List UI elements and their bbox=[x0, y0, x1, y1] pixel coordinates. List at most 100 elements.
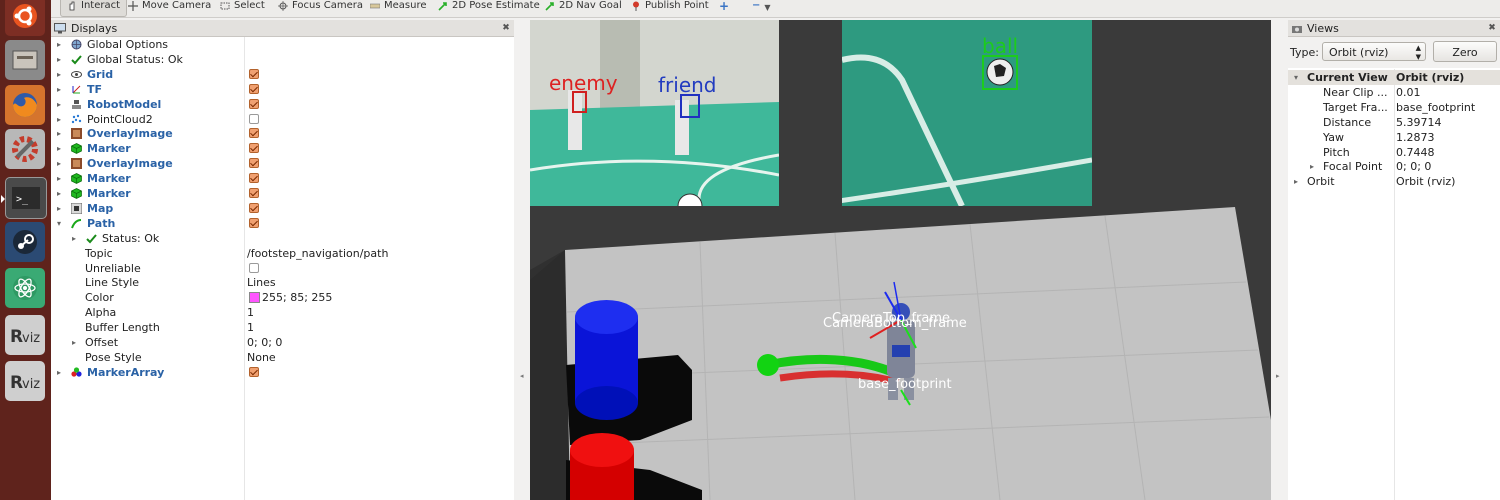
visibility-checkbox[interactable] bbox=[249, 173, 259, 184]
tool-2d-nav-goal-button[interactable]: 2D Nav Goal bbox=[545, 0, 622, 16]
display-row[interactable]: ▸ PointCloud2 bbox=[51, 112, 514, 127]
files-icon[interactable] bbox=[5, 40, 45, 80]
collapse-arrow-icon[interactable]: ▸ bbox=[57, 141, 65, 156]
collapse-arrow-icon[interactable]: ▸ bbox=[57, 156, 65, 171]
display-row-value[interactable]: 1 bbox=[247, 320, 254, 335]
view-property-value[interactable]: 5.39714 bbox=[1396, 115, 1442, 130]
ubuntu-dash-icon[interactable] bbox=[5, 0, 45, 36]
display-row[interactable]: Buffer Length 1 bbox=[51, 320, 514, 335]
close-icon[interactable]: ✖ bbox=[1487, 23, 1497, 33]
display-row-value[interactable]: 1 bbox=[247, 305, 254, 320]
display-row[interactable]: ▸ Grid bbox=[51, 67, 514, 82]
visibility-checkbox[interactable] bbox=[249, 83, 259, 94]
display-row[interactable]: ▸ Marker bbox=[51, 171, 514, 186]
tool-move-camera-button[interactable]: Move Camera bbox=[128, 0, 211, 16]
display-row-value[interactable]: 255; 85; 255 bbox=[262, 290, 332, 305]
display-row[interactable]: ▸ Marker bbox=[51, 141, 514, 156]
zero-button[interactable]: Zero bbox=[1433, 41, 1497, 62]
tool-measure-button[interactable]: Measure bbox=[370, 0, 427, 16]
view-property-row[interactable]: ▸ Orbit Orbit (rviz) bbox=[1288, 174, 1500, 189]
collapse-arrow-icon[interactable]: ▸ bbox=[57, 201, 65, 216]
view-property-row[interactable]: ▾ Current View Orbit (rviz) bbox=[1288, 70, 1500, 85]
splitter-right-handle[interactable]: ▸ bbox=[1276, 372, 1281, 380]
view-property-value[interactable]: 1.2873 bbox=[1396, 130, 1435, 145]
collapse-arrow-icon[interactable]: ▸ bbox=[1310, 159, 1318, 174]
tool-interact-button[interactable]: Interact bbox=[60, 0, 128, 17]
visibility-checkbox[interactable] bbox=[249, 128, 259, 139]
tool-publish-point-button[interactable]: Publish Point bbox=[631, 0, 709, 16]
collapse-arrow-icon[interactable]: ▸ bbox=[57, 37, 65, 52]
view-property-value[interactable]: 0.01 bbox=[1396, 85, 1421, 100]
display-row-value[interactable]: 0; 0; 0 bbox=[247, 335, 282, 350]
display-row[interactable]: ▸ OverlayImage bbox=[51, 156, 514, 171]
display-row[interactable]: ▸ Map bbox=[51, 201, 514, 216]
render-viewport[interactable]: CameraTop_frame CameraBottom_frame base_… bbox=[530, 20, 1271, 500]
display-row[interactable]: Alpha 1 bbox=[51, 305, 514, 320]
firefox-icon[interactable] bbox=[5, 85, 45, 125]
expand-arrow-icon[interactable]: ▾ bbox=[57, 216, 65, 231]
remove-tool-button[interactable]: − ▼ bbox=[752, 0, 771, 16]
rviz-icon[interactable]: Rviz bbox=[5, 361, 45, 401]
expand-arrow-icon[interactable]: ▾ bbox=[1294, 70, 1302, 85]
rviz-icon[interactable]: Rviz bbox=[5, 315, 45, 355]
visibility-checkbox[interactable] bbox=[249, 202, 259, 213]
display-row[interactable]: ▸ OverlayImage bbox=[51, 126, 514, 141]
visibility-checkbox[interactable] bbox=[249, 143, 259, 154]
visibility-checkbox[interactable] bbox=[249, 68, 259, 79]
collapse-arrow-icon[interactable]: ▸ bbox=[1294, 174, 1302, 189]
collapse-arrow-icon[interactable]: ▸ bbox=[72, 231, 80, 246]
display-row-value[interactable]: None bbox=[247, 350, 276, 365]
visibility-checkbox[interactable] bbox=[249, 158, 259, 169]
tool-select-button[interactable]: Select bbox=[220, 0, 265, 16]
visibility-checkbox[interactable] bbox=[249, 188, 259, 198]
display-row-value[interactable]: Lines bbox=[247, 275, 276, 290]
display-row[interactable]: Line Style Lines bbox=[51, 275, 514, 290]
display-row[interactable]: ▸ TF bbox=[51, 82, 514, 97]
collapse-arrow-icon[interactable]: ▸ bbox=[57, 97, 65, 112]
view-property-value[interactable]: 0.7448 bbox=[1396, 145, 1435, 160]
view-property-row[interactable]: Pitch 0.7448 bbox=[1288, 145, 1500, 160]
display-row[interactable]: Unreliable bbox=[51, 261, 514, 276]
display-row[interactable]: Pose Style None bbox=[51, 350, 514, 365]
visibility-checkbox[interactable] bbox=[249, 262, 259, 273]
terminal-icon[interactable]: >_ bbox=[1, 177, 47, 219]
system-settings-icon[interactable] bbox=[5, 129, 45, 169]
view-property-row[interactable]: Near Clip ... 0.01 bbox=[1288, 85, 1500, 100]
collapse-arrow-icon[interactable]: ▸ bbox=[57, 171, 65, 186]
display-row[interactable]: ▸ Marker bbox=[51, 186, 514, 201]
view-property-row[interactable]: Yaw 1.2873 bbox=[1288, 130, 1500, 145]
collapse-arrow-icon[interactable]: ▸ bbox=[57, 365, 65, 380]
collapse-arrow-icon[interactable]: ▸ bbox=[57, 82, 65, 97]
collapse-arrow-icon[interactable]: ▸ bbox=[57, 67, 65, 82]
display-row[interactable]: Color 255; 85; 255 bbox=[51, 290, 514, 305]
visibility-checkbox[interactable] bbox=[249, 98, 259, 109]
steam-icon[interactable] bbox=[5, 222, 45, 262]
view-property-value[interactable]: base_footprint bbox=[1396, 100, 1475, 115]
display-row[interactable]: Topic/footstep_navigation/path bbox=[51, 246, 514, 261]
visibility-checkbox[interactable] bbox=[249, 113, 259, 124]
display-row[interactable]: ▸ Global Status: Ok bbox=[51, 52, 514, 67]
view-property-row[interactable]: Target Fra... base_footprint bbox=[1288, 100, 1500, 115]
add-tool-button[interactable]: + bbox=[719, 0, 729, 16]
collapse-arrow-icon[interactable]: ▸ bbox=[72, 335, 80, 350]
tool-focus-camera-button[interactable]: Focus Camera bbox=[278, 0, 363, 16]
tool-2d-pose-estimate-button[interactable]: 2D Pose Estimate bbox=[438, 0, 540, 16]
visibility-checkbox[interactable] bbox=[249, 217, 259, 228]
visibility-checkbox[interactable] bbox=[249, 366, 259, 377]
collapse-arrow-icon[interactable]: ▸ bbox=[57, 186, 65, 201]
collapse-arrow-icon[interactable]: ▸ bbox=[57, 52, 65, 67]
view-property-row[interactable]: ▸ Focal Point 0; 0; 0 bbox=[1288, 159, 1500, 174]
close-icon[interactable]: ✖ bbox=[501, 23, 511, 33]
view-property-value[interactable]: Orbit (rviz) bbox=[1396, 174, 1455, 189]
view-property-value[interactable]: 0; 0; 0 bbox=[1396, 159, 1431, 174]
atom-icon[interactable] bbox=[5, 268, 45, 308]
view-property-value[interactable]: Orbit (rviz) bbox=[1396, 70, 1464, 85]
display-row-value[interactable]: /footstep_navigation/path bbox=[247, 246, 388, 261]
display-row[interactable]: ▸ Global Options bbox=[51, 37, 514, 52]
splitter-left-handle[interactable]: ◂ bbox=[520, 372, 525, 380]
display-row[interactable]: ▸ RobotModel bbox=[51, 97, 514, 112]
display-row[interactable]: ▸ Offset 0; 0; 0 bbox=[51, 335, 514, 350]
view-type-select[interactable]: Orbit (rviz) ▲ ▼ bbox=[1322, 42, 1426, 61]
display-row[interactable]: ▸ MarkerArray bbox=[51, 365, 514, 380]
collapse-arrow-icon[interactable]: ▸ bbox=[57, 112, 65, 127]
